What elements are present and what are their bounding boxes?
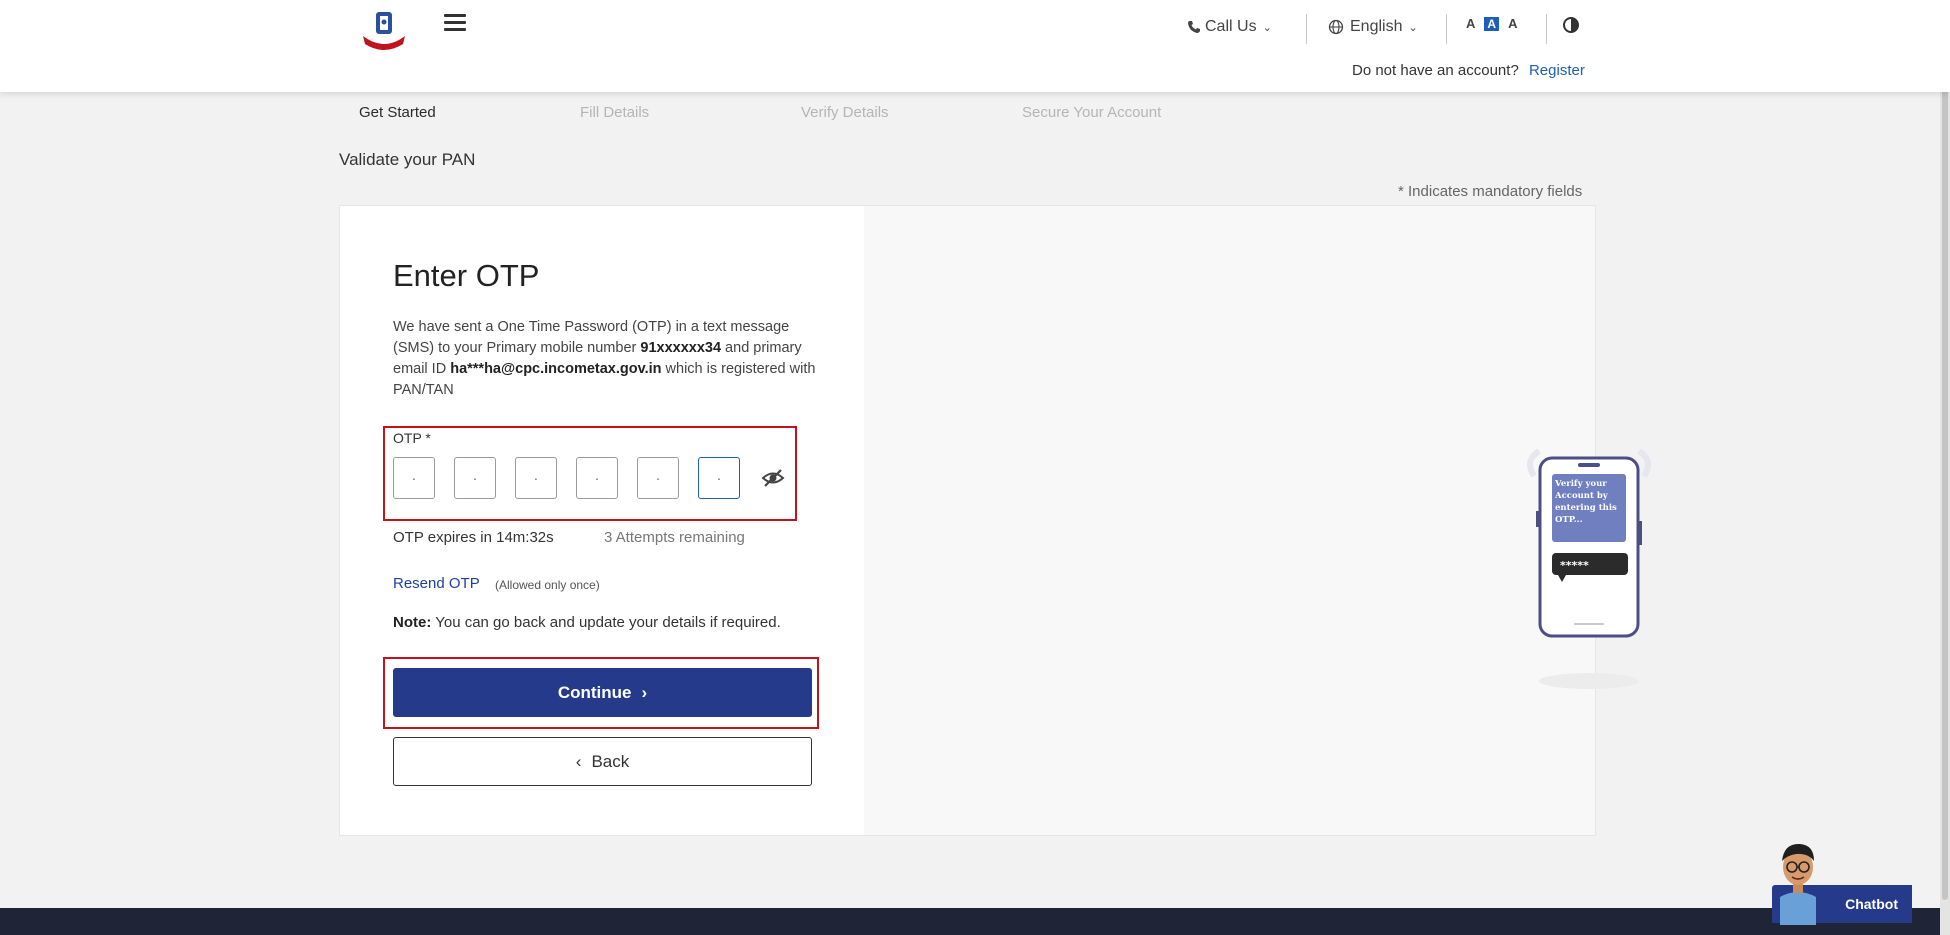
otp-digit-5[interactable]: · xyxy=(637,457,679,499)
register-link[interactable]: Register xyxy=(1529,62,1585,79)
site-header: Call Us ⌄ English ⌄ A A A Do not have an… xyxy=(0,0,1950,92)
call-us-dropdown[interactable]: Call Us ⌄ xyxy=(1187,16,1272,38)
step-verify-details: Verify Details xyxy=(801,104,889,121)
emblem-logo[interactable] xyxy=(359,8,409,54)
menu-icon[interactable] xyxy=(444,14,466,32)
phone-otp-illustration: Verify your Account by entering this OTP… xyxy=(1527,448,1651,689)
otp-label: OTP * xyxy=(393,430,431,446)
masked-mobile: 91xxxxxx34 xyxy=(640,340,722,356)
otp-input-group: · · · · · · xyxy=(393,457,785,499)
masked-email: ha***ha@cpc.incometax.gov.in xyxy=(450,361,662,377)
mandatory-note: * Indicates mandatory fields xyxy=(1398,183,1583,200)
font-increase-button[interactable]: A xyxy=(1508,16,1517,31)
step-progress-bar xyxy=(340,99,570,102)
otp-digit-6[interactable]: · xyxy=(698,457,740,499)
resend-limit-note: (Allowed only once) xyxy=(495,578,600,592)
globe-icon xyxy=(1328,19,1344,35)
chatbot-avatar-icon[interactable] xyxy=(1770,835,1826,925)
otp-digit-4[interactable]: · xyxy=(576,457,618,499)
otp-expiry-timer: OTP expires in 14m:32s xyxy=(393,529,554,546)
chevron-left-icon: ‹ xyxy=(575,751,582,771)
back-note: Note: You can go back and update your de… xyxy=(393,614,781,631)
chevron-right-icon: › xyxy=(641,682,648,702)
phone-icon xyxy=(1188,21,1200,33)
resend-otp-link[interactable]: Resend OTP xyxy=(393,575,480,592)
call-us-label: Call Us xyxy=(1205,18,1257,35)
step-fill-details: Fill Details xyxy=(580,104,650,121)
otp-description: We have sent a One Time Password (OTP) i… xyxy=(393,317,823,401)
chevron-down-icon: ⌄ xyxy=(1262,21,1272,34)
language-dropdown[interactable]: English ⌄ xyxy=(1328,16,1418,38)
chatbot-label: Chatbot xyxy=(1845,896,1898,912)
note-label: Note: xyxy=(393,614,432,631)
language-label: English xyxy=(1350,18,1403,35)
header-divider xyxy=(1546,14,1547,44)
site-footer xyxy=(0,908,1950,935)
illustration-panel: Verify your Account by entering this OTP… xyxy=(864,206,1651,835)
continue-button[interactable]: Continue › xyxy=(393,668,812,717)
contrast-icon[interactable] xyxy=(1563,17,1579,33)
font-default-button[interactable]: A xyxy=(1484,16,1500,31)
continue-label: Continue xyxy=(557,682,632,702)
back-button[interactable]: ‹ Back xyxy=(393,737,812,786)
page-title: Enter OTP xyxy=(393,258,540,293)
font-size-controls: A A A xyxy=(1466,16,1517,31)
step-get-started: Get Started xyxy=(359,104,436,121)
illustration-message: Verify your Account by entering this OTP… xyxy=(1555,479,1617,525)
chevron-down-icon: ⌄ xyxy=(1408,21,1418,34)
otp-digit-2[interactable]: · xyxy=(454,457,496,499)
otp-card: Enter OTP We have sent a One Time Passwo… xyxy=(339,205,1651,836)
font-decrease-button[interactable]: A xyxy=(1466,16,1475,31)
back-label: Back xyxy=(591,751,630,771)
scrollbar-thumb[interactable] xyxy=(1942,70,1948,900)
illustration-masked-otp: ***** xyxy=(1560,559,1589,572)
header-divider xyxy=(1446,14,1447,44)
step-secure-account: Secure Your Account xyxy=(1022,104,1162,121)
account-prompt: Do not have an account? Register xyxy=(1352,62,1585,79)
header-divider xyxy=(1306,14,1307,44)
otp-attempts: 3 Attempts remaining xyxy=(604,529,745,546)
otp-digit-3[interactable]: · xyxy=(515,457,557,499)
section-title: Validate your PAN xyxy=(339,150,476,169)
note-text: You can go back and update your details … xyxy=(431,614,781,631)
eye-slash-icon[interactable] xyxy=(761,466,785,490)
otp-digit-1[interactable]: · xyxy=(393,457,435,499)
otp-form-panel: Enter OTP We have sent a One Time Passwo… xyxy=(340,206,864,835)
account-prompt-text: Do not have an account? xyxy=(1352,62,1519,79)
